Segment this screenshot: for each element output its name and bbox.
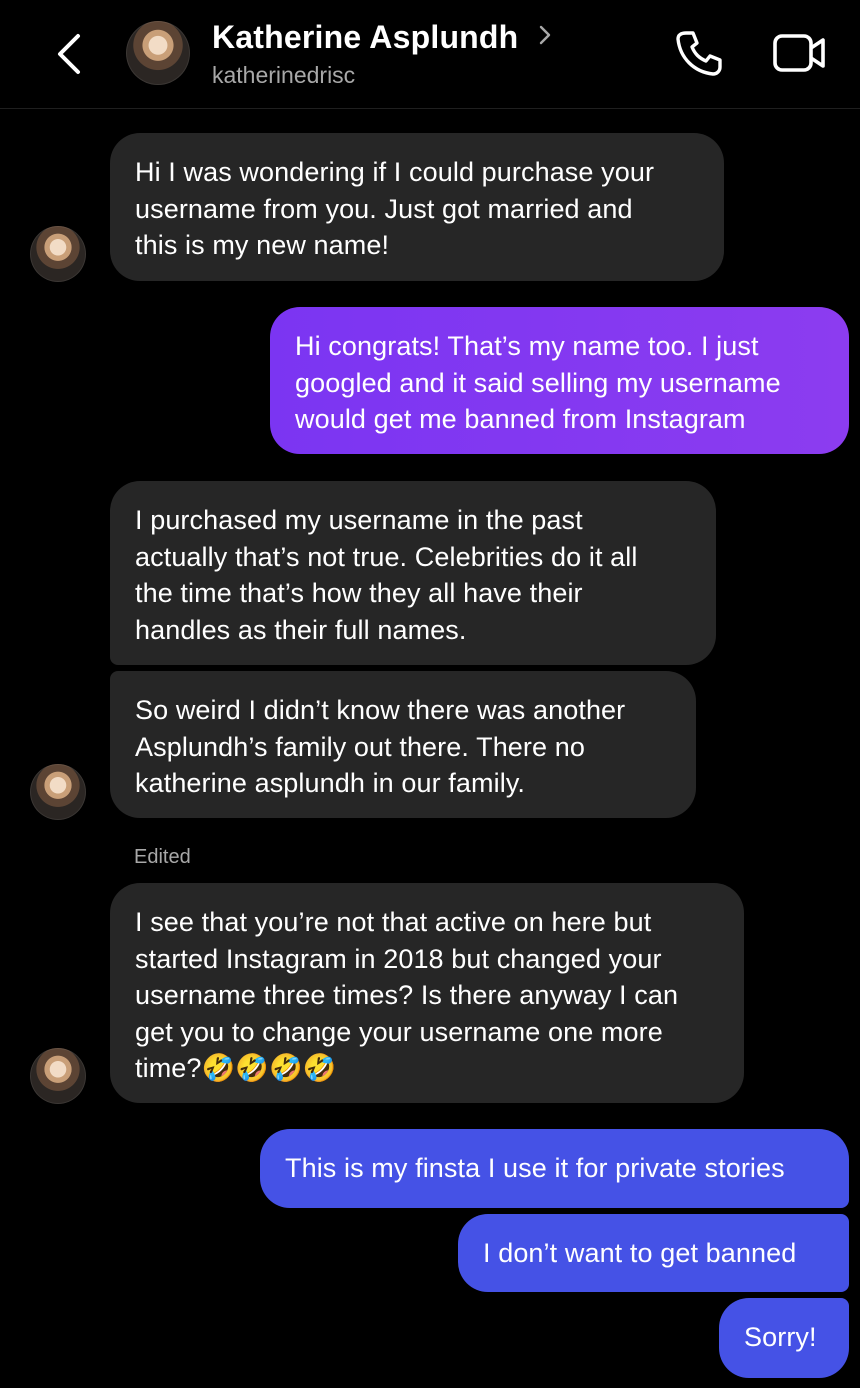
- edited-label: Edited: [134, 846, 191, 868]
- back-arrow-icon[interactable]: [48, 28, 92, 80]
- contact-username[interactable]: katherinedrisc: [212, 62, 355, 89]
- outgoing-message[interactable]: Hi congrats! That’s my name too. I just …: [270, 307, 849, 454]
- incoming-message[interactable]: I purchased my username in the past actu…: [110, 481, 716, 665]
- outgoing-message[interactable]: Sorry!: [719, 1298, 849, 1378]
- sender-avatar[interactable]: [30, 226, 86, 282]
- chevron-right-icon[interactable]: [536, 22, 554, 48]
- phone-icon[interactable]: [674, 28, 724, 78]
- chat-header: Katherine Asplundh katherinedrisc: [0, 0, 860, 109]
- contact-avatar[interactable]: [126, 21, 190, 85]
- incoming-message[interactable]: I see that you’re not that active on her…: [110, 883, 744, 1103]
- contact-name[interactable]: Katherine Asplundh: [212, 19, 518, 56]
- sender-avatar[interactable]: [30, 1048, 86, 1104]
- outgoing-message[interactable]: This is my finsta I use it for private s…: [260, 1129, 849, 1208]
- sender-avatar[interactable]: [30, 764, 86, 820]
- incoming-message[interactable]: So weird I didn’t know there was another…: [110, 671, 696, 818]
- outgoing-message[interactable]: I don’t want to get banned: [458, 1214, 849, 1292]
- video-camera-icon[interactable]: [772, 32, 826, 74]
- incoming-message[interactable]: Hi I was wondering if I could purchase y…: [110, 133, 724, 281]
